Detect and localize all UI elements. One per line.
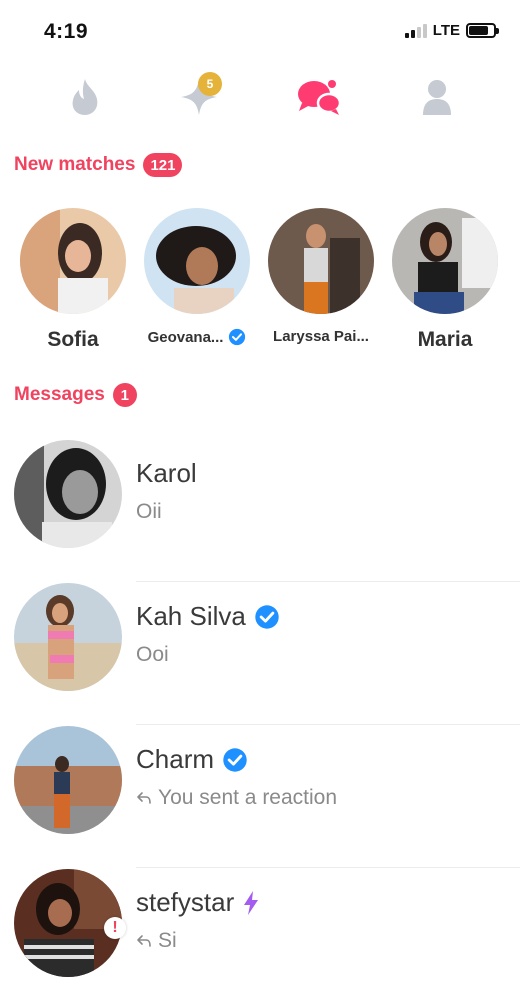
- avatar: [392, 208, 498, 314]
- new-matches-label: New matches: [14, 154, 136, 175]
- new-matches-header: New matches 121: [14, 153, 183, 177]
- match-name: Sofia: [47, 328, 99, 351]
- nav-tab-top-picks[interactable]: 5: [174, 72, 224, 122]
- status-indicators: LTE: [404, 22, 499, 39]
- reply-arrow-icon: [137, 792, 151, 804]
- messages-count: 1: [112, 383, 137, 407]
- contact-name: Kah Silva: [136, 601, 246, 631]
- message-row[interactable]: Kah Silva Ooi: [0, 583, 520, 725]
- message-preview: You sent a reaction: [158, 786, 338, 809]
- avatar: [268, 208, 374, 314]
- match-name: Geovana...: [147, 328, 224, 346]
- message-preview: Oii: [136, 500, 162, 523]
- battery-icon: [466, 23, 499, 38]
- chat-notification-dot: [328, 80, 336, 88]
- message-preview: Ooi: [136, 643, 169, 666]
- avatar: [14, 583, 122, 691]
- contact-name: stefystar: [136, 887, 235, 917]
- divider: [136, 724, 520, 725]
- verified-badge-icon: [255, 604, 279, 629]
- nav-tab-profile[interactable]: [412, 72, 462, 122]
- new-matches-count: 121: [143, 153, 183, 177]
- messages-label: Messages: [14, 384, 105, 405]
- avatar: [20, 208, 126, 314]
- reply-arrow-icon: [137, 935, 151, 947]
- new-matches-carousel[interactable]: Sofia Geovana... Laryssa Pai... Maria: [0, 208, 520, 358]
- status-time: 4:19: [44, 20, 89, 43]
- lightning-icon: [244, 890, 259, 915]
- nav-tab-discover[interactable]: [60, 72, 110, 122]
- message-row[interactable]: Charm You sent a reaction: [0, 726, 520, 868]
- message-preview: Si: [158, 929, 177, 952]
- top-picks-badge: 5: [198, 72, 222, 96]
- match-card[interactable]: Sofia: [18, 208, 128, 352]
- match-card[interactable]: Laryssa Pai...: [266, 208, 376, 345]
- top-nav: 5: [0, 62, 520, 132]
- message-row[interactable]: Karol Oii: [0, 440, 520, 582]
- match-name: Laryssa Pai...: [273, 328, 369, 345]
- verified-badge-icon: [223, 747, 247, 772]
- status-bar: 4:19 LTE: [0, 0, 520, 62]
- contact-name: Charm: [136, 744, 215, 774]
- avatar: [144, 208, 250, 314]
- verified-badge-icon: [229, 328, 246, 346]
- match-card[interactable]: Maria: [390, 208, 500, 352]
- divider: [136, 581, 520, 582]
- avatar: [14, 440, 122, 548]
- divider: [136, 867, 520, 868]
- message-row[interactable]: ! stefystar Si: [0, 869, 520, 1000]
- avatar: [14, 726, 122, 834]
- nav-tab-chat[interactable]: [294, 72, 344, 122]
- network-label: LTE: [432, 22, 460, 39]
- match-name: Maria: [417, 328, 473, 351]
- profile-icon: [423, 80, 451, 115]
- contact-name: Karol: [136, 458, 197, 488]
- signal-icon: [404, 23, 427, 38]
- match-card[interactable]: Geovana...: [142, 208, 252, 346]
- flame-icon: [72, 79, 98, 115]
- unread-alert-badge: !: [104, 917, 126, 939]
- messages-header: Messages 1: [14, 383, 137, 407]
